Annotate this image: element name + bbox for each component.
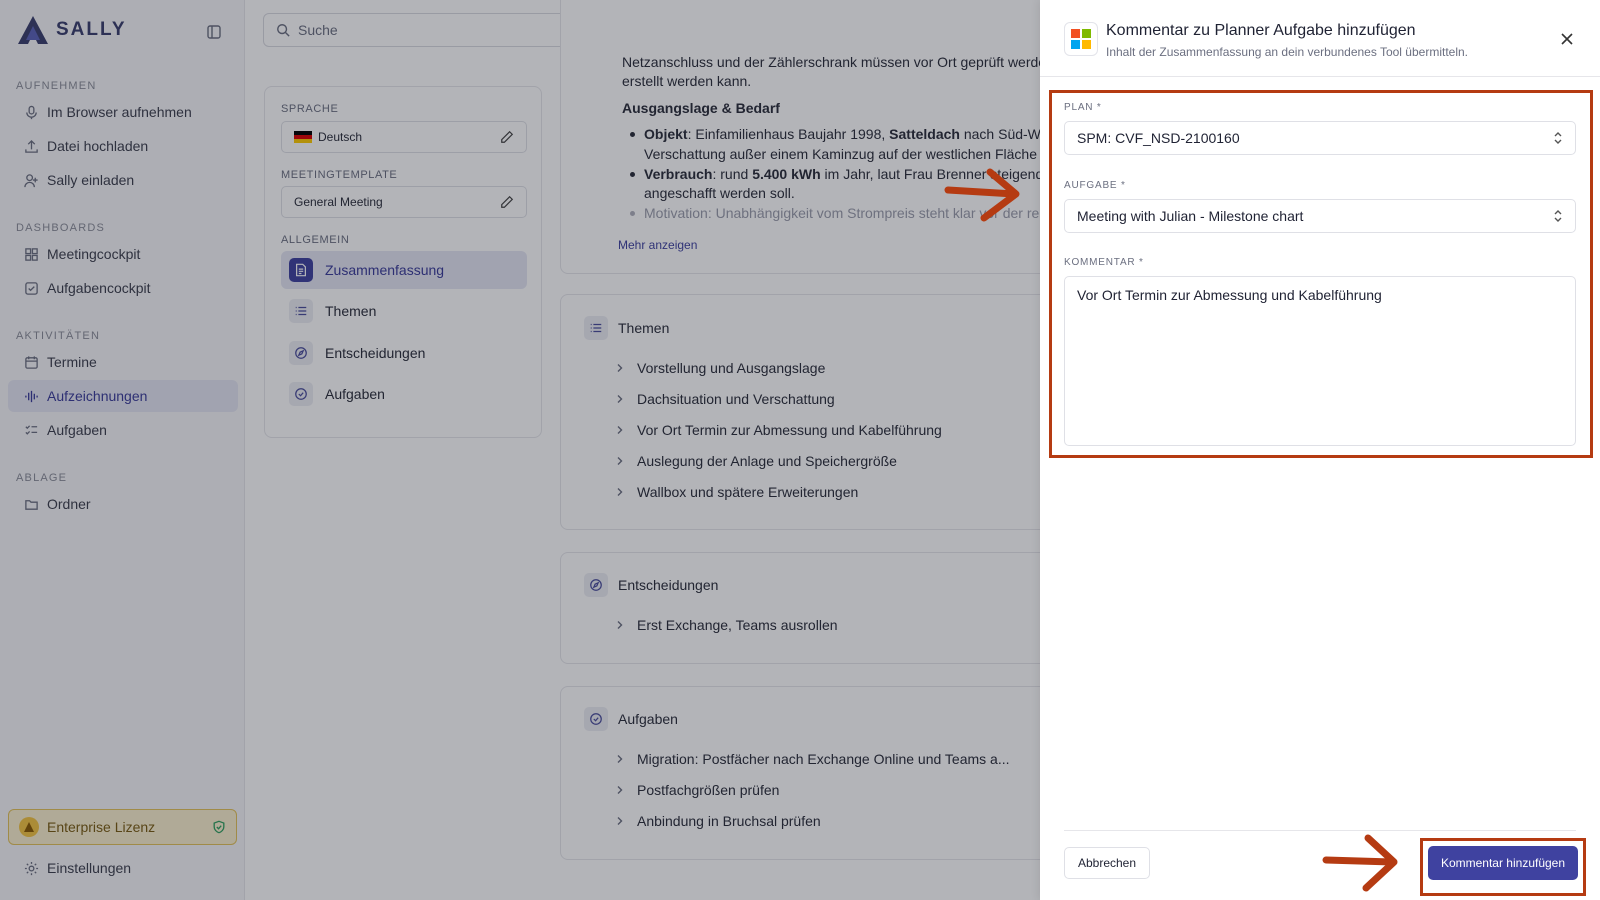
comment-label: KOMMENTAR * (1064, 257, 1144, 268)
plan-select[interactable]: SPM: CVF_NSD-2100160 (1064, 121, 1576, 155)
annotation-arrow-icon (1322, 832, 1402, 896)
modal-backdrop[interactable] (0, 0, 1040, 900)
task-select[interactable]: Meeting with Julian - Milestone chart (1064, 199, 1576, 233)
footer-divider (1064, 830, 1576, 831)
comment-textarea[interactable]: Vor Ort Termin zur Abmessung und Kabelfü… (1064, 276, 1576, 446)
add-comment-button[interactable]: Kommentar hinzufügen (1428, 846, 1578, 880)
task-label: AUFGABE * (1064, 180, 1126, 191)
task-value: Meeting with Julian - Milestone chart (1077, 208, 1304, 224)
annotation-arrow-icon (944, 166, 1024, 226)
divider (1040, 76, 1600, 77)
plan-label: PLAN * (1064, 102, 1102, 113)
dialog-title: Kommentar zu Planner Aufgabe hinzufügen (1106, 22, 1416, 39)
dialog-subtitle: Inhalt der Zusammenfassung an dein verbu… (1106, 45, 1468, 59)
cancel-button[interactable]: Abbrechen (1064, 847, 1150, 879)
plan-value: SPM: CVF_NSD-2100160 (1077, 130, 1240, 146)
chevron-up-down-icon (1553, 131, 1563, 145)
chevron-up-down-icon (1553, 209, 1563, 223)
close-icon[interactable] (1560, 32, 1574, 46)
microsoft-logo-icon (1064, 22, 1098, 56)
add-comment-dialog: Kommentar zu Planner Aufgabe hinzufügen … (1040, 0, 1600, 900)
